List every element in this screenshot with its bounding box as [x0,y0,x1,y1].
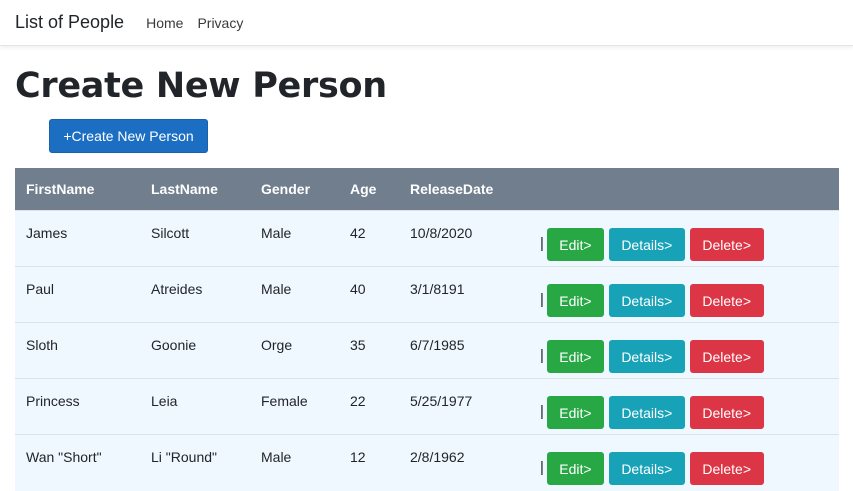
create-new-person-button[interactable]: +Create New Person [49,119,208,153]
cell-firstname: Paul [26,280,55,297]
cell-firstname: Wan "Short" [26,448,102,465]
people-table-container: FirstName LastName Gender Age ReleaseDat… [15,168,839,491]
details-button[interactable]: Details> [608,340,685,373]
action-separator: | [540,347,544,365]
delete-button[interactable]: Delete> [689,396,764,429]
delete-button[interactable]: Delete> [689,340,764,373]
edit-button[interactable]: Edit> [546,396,604,429]
cell-releasedate: 6/7/1985 [410,336,465,353]
cell-actions: | Edit> Details> Delete> [529,379,839,435]
brand-link[interactable]: List of People [15,12,124,33]
cell-lastname: Li "Round" [151,448,217,465]
edit-button[interactable]: Edit> [546,228,604,261]
cell-lastname: Leia [151,392,178,409]
cell-releasedate: 2/8/1962 [410,448,465,465]
nav-link-privacy[interactable]: Privacy [197,15,243,31]
cell-age: 42 [350,224,366,241]
cell-actions: | Edit> Details> Delete> [529,211,839,267]
action-separator: | [540,291,544,309]
delete-button[interactable]: Delete> [689,452,764,486]
table-body: James Silcott Male 42 10/8/2020 | Edit> Detail… [15,210,839,491]
cell-releasedate: 5/25/1977 [410,392,473,409]
cell-gender: Male [261,448,292,465]
table-row: Wan "Short" Li "Round" Male 12 2/8/1962 | Edit… [15,434,839,491]
cell-firstname: James [26,224,68,241]
cell-age: 35 [350,336,366,353]
cell-actions: | Edit> Details> Delete> [529,435,839,491]
action-separator: | [540,403,544,421]
navbar: List of People Home Privacy [0,0,853,46]
cell-age: 12 [350,448,366,465]
cell-lastname: Atreides [151,280,203,297]
cell-gender: Male [261,280,292,297]
cell-releasedate: 3/1/8191 [410,280,465,297]
header-actions [529,168,839,211]
table-header-row: FirstName LastName Gender Age ReleaseDat… [15,168,839,211]
edit-button[interactable]: Edit> [546,452,604,486]
cell-firstname: Sloth [26,336,58,353]
cell-age: 40 [350,280,366,297]
table-row: Sloth Goonie Orge 35 6/7/1985 | Edit> Details>… [15,322,839,379]
header-lastname: LastName [151,181,218,197]
action-separator: | [540,235,544,253]
table-row: Princess Leia Female 22 5/25/1977 | Edit> Deta… [15,378,839,435]
header-firstname: FirstName [26,181,95,197]
delete-button[interactable]: Delete> [689,284,764,317]
table-row: James Silcott Male 42 10/8/2020 | Edit> Detail… [15,210,839,267]
details-button[interactable]: Details> [608,284,685,317]
details-button[interactable]: Details> [608,396,685,429]
edit-button[interactable]: Edit> [546,340,604,373]
delete-button[interactable]: Delete> [689,228,764,261]
header-releasedate: ReleaseDate [410,181,494,197]
cell-releasedate: 10/8/2020 [410,224,473,241]
header-gender: Gender [261,181,311,197]
page-title: Create New Person [15,66,387,106]
cell-firstname: Princess [26,392,80,409]
people-table: FirstName LastName Gender Age ReleaseDat… [15,168,839,491]
cell-lastname: Silcott [151,224,190,241]
cell-actions: | Edit> Details> Delete> [529,267,839,323]
nav-link-home[interactable]: Home [146,15,183,31]
action-separator: | [540,459,544,477]
header-age: Age [350,181,377,197]
edit-button[interactable]: Edit> [546,284,604,317]
cell-gender: Female [261,392,308,409]
table-row: Paul Atreides Male 40 3/1/8191 | Edit> Details… [15,266,839,323]
details-button[interactable]: Details> [608,228,685,261]
cell-lastname: Goonie [151,336,197,353]
cell-gender: Orge [261,336,293,353]
cell-gender: Male [261,224,292,241]
cell-age: 22 [350,392,366,409]
cell-actions: | Edit> Details> Delete> [529,323,839,379]
details-button[interactable]: Details> [608,452,685,486]
